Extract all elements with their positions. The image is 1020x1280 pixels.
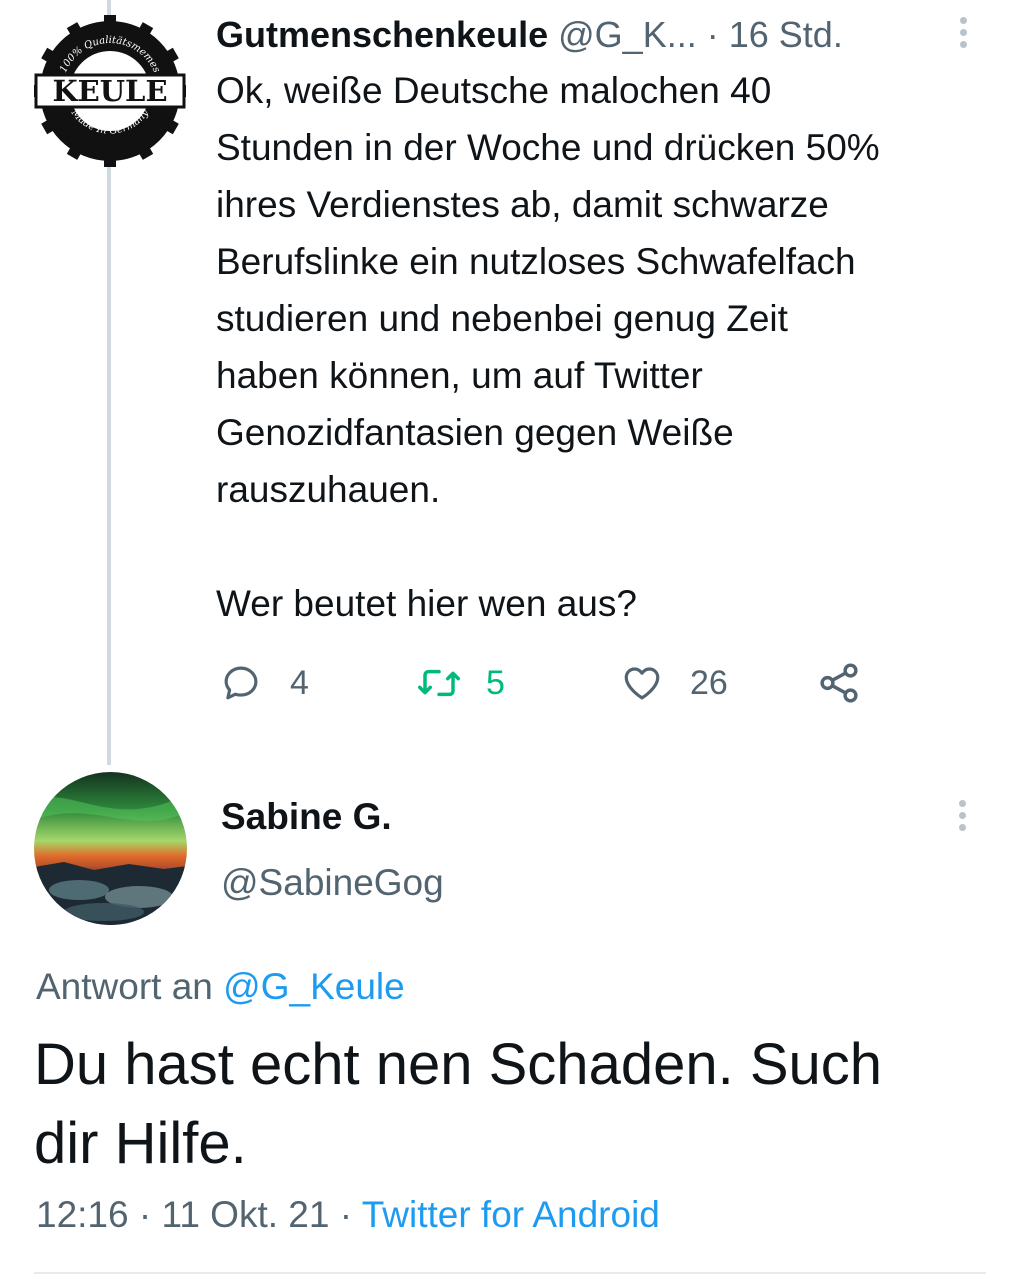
author-avatar[interactable]: 100% Qualitätsmemes Made In Germany KEUL…	[34, 15, 186, 167]
retweet-count: 5	[486, 663, 505, 702]
heart-icon	[624, 667, 660, 700]
reply-source[interactable]: Twitter for Android	[362, 1194, 660, 1235]
more-vertical-icon[interactable]	[960, 17, 968, 53]
like-button[interactable]: 26	[620, 658, 728, 708]
share-icon	[820, 663, 858, 703]
more-vertical-icon[interactable]	[959, 800, 967, 836]
reply-author-avatar[interactable]	[34, 772, 187, 925]
reply-button[interactable]: 4	[220, 658, 309, 708]
keule-logo-icon: 100% Qualitätsmemes Made In Germany KEUL…	[34, 15, 186, 167]
tweet-text: Ok, weiße Deutsche malochen 40 Stunden i…	[216, 70, 880, 624]
author-handle[interactable]: @G_K...	[558, 14, 697, 55]
reply-date[interactable]: 11 Okt. 21	[161, 1194, 329, 1235]
reply-to-prefix: Antwort an	[36, 966, 224, 1007]
author-name[interactable]: Gutmenschenkeule	[216, 14, 548, 55]
footer-separator-1: ·	[138, 1194, 152, 1235]
footer-separator-2: ·	[339, 1194, 353, 1235]
tweet-header: Gutmenschenkeule @G_K... · 16 Std.	[216, 10, 956, 60]
retweet-icon	[418, 669, 460, 697]
reply-to-line: Antwort an @G_Keule	[36, 962, 405, 1012]
reply-tweet-text: Du hast echt nen Schaden. Such dir Hilfe…	[34, 1032, 883, 1176]
tweet-time[interactable]: 16 Std.	[729, 14, 843, 55]
logo-word: KEULE	[52, 74, 167, 108]
tweet-action-bar: 4 5 26	[216, 658, 916, 708]
reply-to-mention[interactable]: @G_Keule	[223, 966, 405, 1007]
divider	[34, 1272, 986, 1274]
reply-author-name[interactable]: Sabine G.	[221, 792, 392, 842]
reply-bubble-icon	[224, 666, 258, 700]
reply-time[interactable]: 12:16	[36, 1194, 129, 1235]
share-button[interactable]	[816, 658, 862, 708]
reply-count: 4	[290, 663, 309, 702]
reply-author-handle[interactable]: @SabineGog	[221, 858, 444, 908]
header-separator: ·	[706, 14, 719, 55]
reply-timestamp-line: 12:16 · 11 Okt. 21 · Twitter for Android	[36, 1190, 660, 1240]
retweet-button[interactable]: 5	[416, 658, 505, 708]
aurora-landscape-photo	[34, 772, 187, 925]
like-count: 26	[690, 663, 728, 702]
